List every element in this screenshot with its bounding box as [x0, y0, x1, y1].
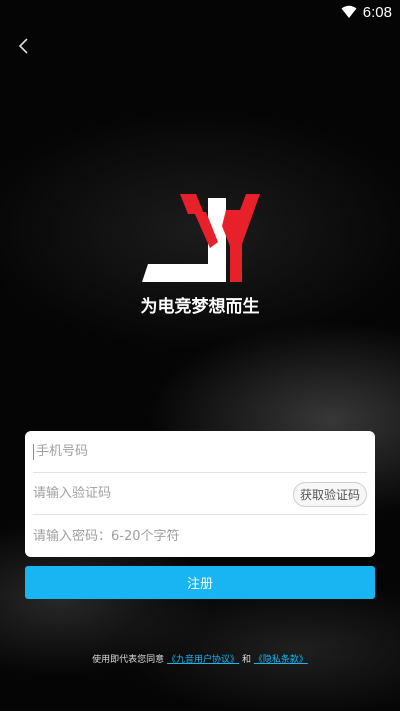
agreement-prefix: 使用即代表您同意 — [92, 655, 165, 665]
status-bar: 6:08 — [0, 0, 400, 24]
background — [0, 0, 400, 711]
status-time: 6:08 — [362, 3, 392, 21]
register-button[interactable]: 注册 — [25, 566, 375, 599]
get-code-button[interactable]: 获取验证码 — [292, 482, 367, 507]
code-row: 获取验证码 — [33, 473, 367, 515]
password-input[interactable] — [33, 528, 367, 544]
register-form: 获取验证码 — [25, 431, 375, 557]
wifi-icon — [341, 5, 357, 18]
brand-slogan: 为电竞梦想而生 — [140, 297, 260, 317]
privacy-policy-link[interactable]: 《隐私条款》 — [254, 655, 308, 665]
back-button[interactable] — [10, 32, 38, 60]
user-agreement-link[interactable]: 《九音用户协议》 — [167, 655, 239, 665]
phone-row — [33, 431, 367, 473]
agreement-text: 使用即代表您同意 《九音用户协议》 和 《隐私条款》 — [0, 652, 400, 665]
chevron-left-icon — [18, 38, 28, 54]
text-caret — [33, 444, 34, 460]
agreement-conjunction: 和 — [241, 655, 251, 665]
password-row — [33, 515, 367, 557]
phone-input[interactable] — [33, 444, 367, 459]
